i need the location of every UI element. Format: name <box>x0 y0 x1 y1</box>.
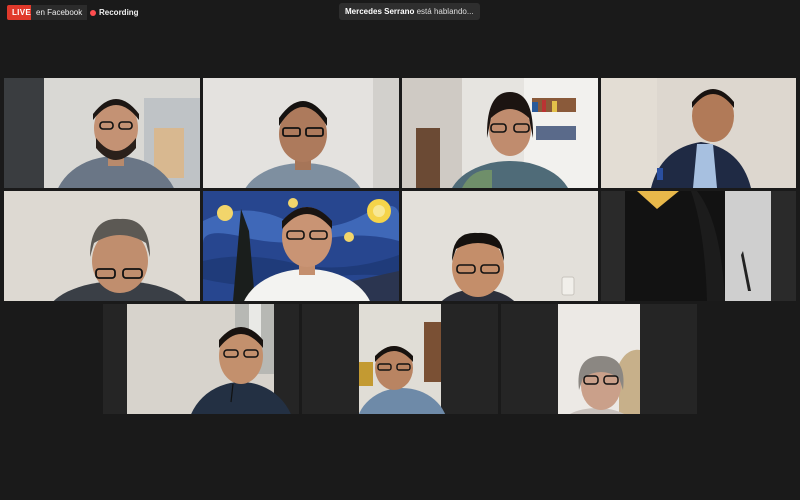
participant-video-feed <box>302 304 498 414</box>
participant-video-tile[interactable] <box>402 78 598 188</box>
participant-video-tile[interactable] <box>4 78 200 188</box>
participant-video-tile[interactable] <box>601 191 796 301</box>
active-speaker-banner: Mercedes Serrano está hablando... <box>339 3 480 20</box>
participant-video-feed <box>203 191 399 301</box>
participant-video-feed <box>601 78 796 188</box>
participant-video-tile[interactable] <box>203 191 399 301</box>
participant-video-feed <box>402 78 598 188</box>
participant-video-tile[interactable] <box>501 304 697 414</box>
participant-video-tile[interactable] <box>402 191 598 301</box>
live-platform-label[interactable]: en Facebook <box>31 5 88 20</box>
participant-video-feed <box>601 191 796 301</box>
record-dot-icon <box>90 9 96 16</box>
meeting-top-bar: LIVE en Facebook Recording Mercedes Serr… <box>0 0 800 24</box>
participant-video-tile[interactable] <box>103 304 299 414</box>
recording-label: Recording <box>99 8 139 17</box>
participant-video-feed <box>203 78 399 188</box>
recording-indicator[interactable]: Recording <box>90 6 139 19</box>
active-speaker-status: está hablando... <box>414 7 474 16</box>
participant-video-feed <box>402 191 598 301</box>
participant-video-tile[interactable] <box>203 78 399 188</box>
participant-video-tile[interactable] <box>601 78 796 188</box>
active-speaker-name: Mercedes Serrano <box>345 7 415 16</box>
participant-video-feed <box>103 304 299 414</box>
participant-video-feed <box>501 304 697 414</box>
participant-video-feed <box>4 191 200 301</box>
participant-video-tile[interactable] <box>4 191 200 301</box>
participant-video-feed <box>4 78 200 188</box>
participant-video-tile[interactable] <box>302 304 498 414</box>
